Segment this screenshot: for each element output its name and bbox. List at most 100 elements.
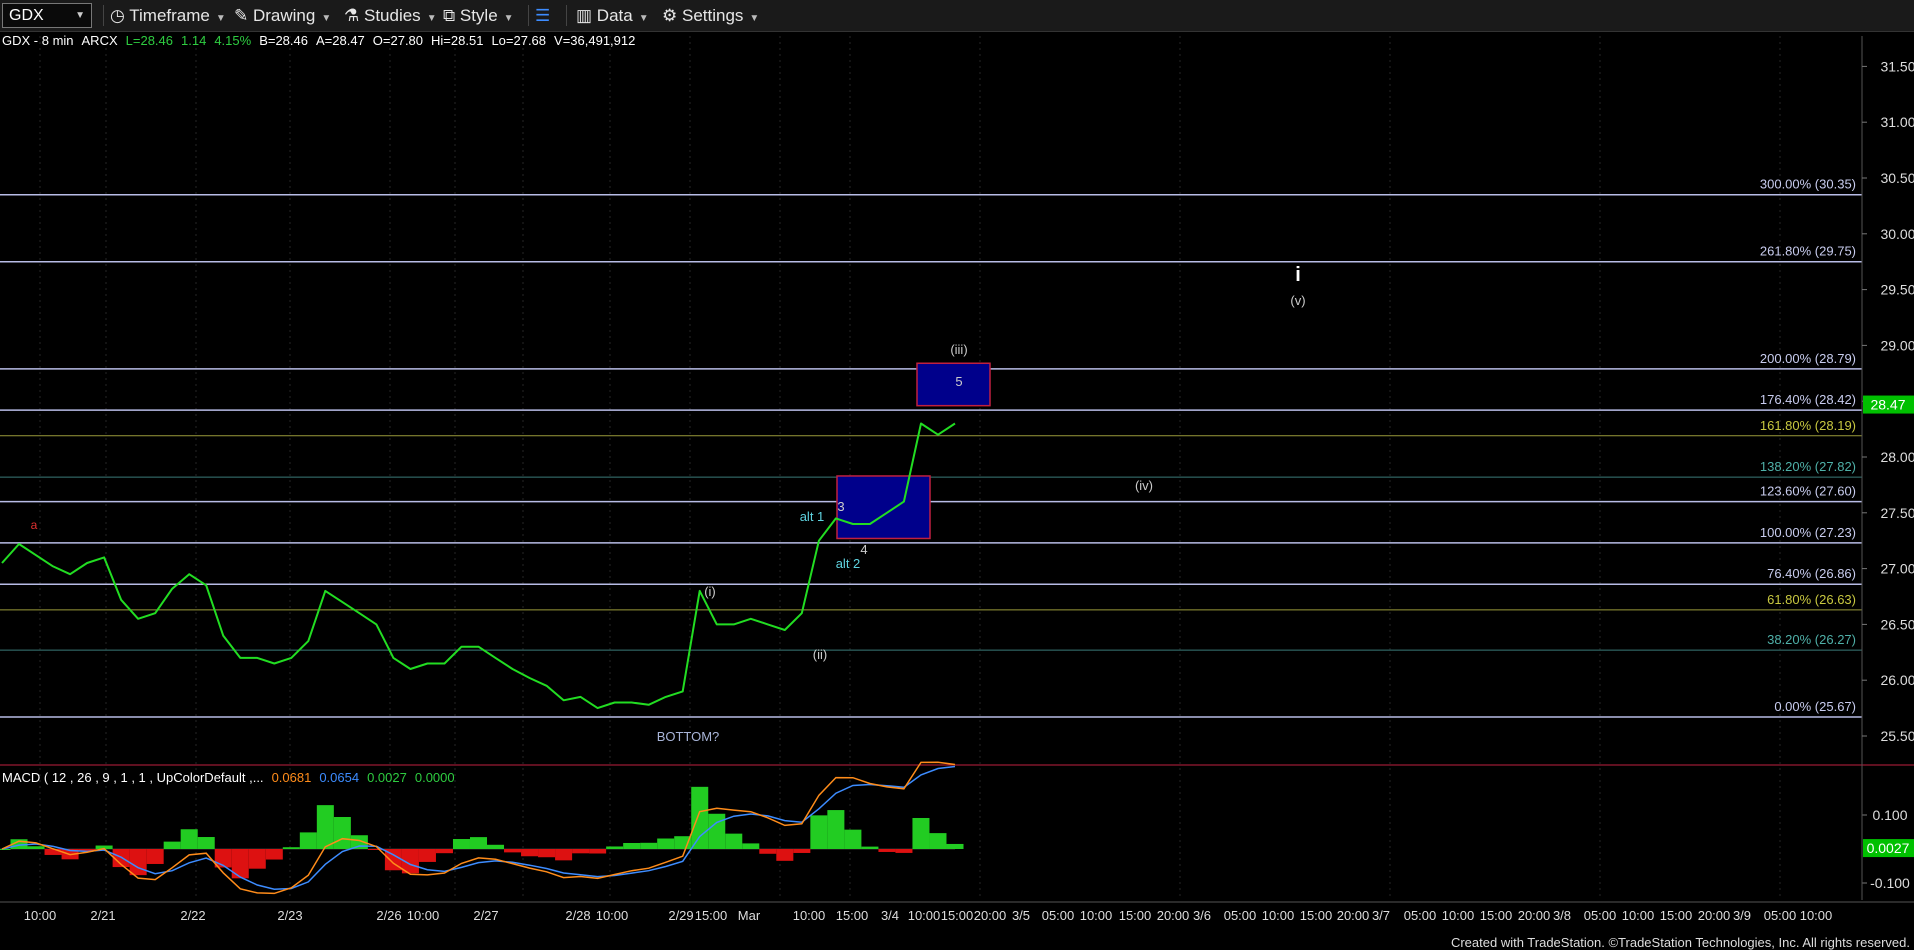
price-tick-label: 26.50 [1880,616,1914,632]
macd-histogram-bar [452,839,470,849]
chevron-down-icon: ▼ [426,13,437,24]
fib-label: 200.00% (28.79) [1760,351,1856,366]
fib-label: 100.00% (27.23) [1760,525,1856,540]
macd-histogram-bar [418,849,436,862]
price-tick-label: 26.00 [1880,672,1914,688]
price-tick-label: 30.00 [1880,226,1914,242]
chevron-down-icon: ▼ [503,13,514,24]
macd-histogram-bar [827,810,845,849]
macd-histogram-bar [538,849,556,858]
fib-label: 123.60% (27.60) [1760,484,1856,499]
data-button[interactable]: ▥ Data ▼ [576,0,649,31]
timeframe-button[interactable]: ◷ Timeframe ▼ [110,0,226,31]
settings-label: Settings [681,6,744,25]
layout-icon: ☰ [535,6,551,25]
chevron-down-icon: ▼ [321,13,332,24]
time-tick-label: 2/28 [565,908,590,923]
studies-label: Studies [363,6,421,25]
macd-histogram-bar [929,833,947,849]
timeframe-label: Timeframe [129,6,210,25]
macd-histogram-bar [248,849,266,869]
macd-histogram-bar [759,849,777,854]
macd-histogram-bar [725,833,743,849]
chevron-down-icon: ▼ [638,13,649,24]
time-tick-label: 2/29 [668,908,693,923]
macd-histogram-bar [469,837,488,849]
macd-histogram-bar [0,849,11,850]
macd-value: 0.0681 [271,770,312,785]
time-tick-label: 20:00 [974,908,1007,923]
macd-histogram-bar [265,849,283,860]
target-box [836,475,931,540]
wave-label: 3 [837,499,844,514]
macd-histogram-bar [708,813,726,849]
macd-histogram-bar [129,849,147,876]
macd-histogram-bar [640,842,658,849]
macd-histogram-bar [504,849,522,853]
macd-histogram-bar [793,849,811,853]
wave-label: (ii) [813,647,827,662]
macd-histogram-bar [435,849,453,854]
macd-histogram-bar [912,817,930,849]
settings-button[interactable]: ⚙ Settings ▼ [662,0,759,31]
drawing-button[interactable]: ✎ Drawing ▼ [234,0,331,31]
time-tick-label: 10:00 [1262,908,1295,923]
studies-button[interactable]: ⚗ Studies ▼ [344,0,437,31]
macd-histogram-bar [810,815,828,849]
macd-histogram-bar [299,832,317,849]
price-tick-label: 31.00 [1880,114,1914,130]
price-tick-label: 28.00 [1880,449,1914,465]
time-tick-label: 3/8 [1553,908,1571,923]
style-button[interactable]: ⧉ Style ▼ [443,0,514,31]
time-tick-label: 15:00 [1119,908,1152,923]
time-tick-label: 10:00 [908,908,941,923]
fib-label: 76.40% (26.86) [1767,566,1856,581]
chevron-down-icon: ▼ [75,10,85,21]
time-tick-label: 05:00 [1584,908,1617,923]
time-tick-label: 3/4 [881,908,899,923]
chart-header: GDX - 8 min ARCX L=28.46 1.14 4.15% B=28.46 A=… [2,33,643,48]
layout-button[interactable]: ☰ [535,0,550,31]
time-tick-label: 05:00 [1764,908,1797,923]
price-series [1,422,956,710]
macd-histogram-bar [521,849,539,857]
macd-histogram-bar [691,786,709,849]
wave-label: (i) [704,584,716,599]
macd-histogram-bar [316,805,334,849]
macd-histogram-bar [878,849,896,852]
time-tick-label: 2/21 [90,908,115,923]
histogram-value: 0.0027 [367,770,407,785]
bid: B=28.46 [259,33,308,48]
price-chart[interactable]: 300.00% (30.35) 261.80% (29.75) 200.00% (2… [0,0,1914,950]
macd-histogram-bar [231,849,249,879]
price-tick-label: 28.50 [1880,393,1914,409]
time-tick-label: 15:00 [1660,908,1693,923]
wave-label: i [1295,264,1301,286]
macd-current-marker [1863,839,1914,858]
data-label: Data [596,6,633,25]
macd-histogram-bar [350,835,368,849]
toolbar: GDX ▼ ◷ Timeframe ▼ ✎ Drawing ▼ ⚗ Studies ▼… [0,0,1914,32]
wave-label: alt 2 [836,556,861,571]
macd-histogram-bar [776,849,794,861]
chart-title: GDX - 8 min [2,33,74,48]
time-tick-label: Mar [738,908,761,923]
macd-histogram-bar [384,849,402,871]
axes: 31.50 31.00 30.50 30.00 29.50 29.00 28.50 28.00… [0,36,1914,923]
chevron-down-icon: ▼ [749,13,760,24]
toolbar-divider [566,5,567,26]
symbol-selector[interactable]: GDX ▼ [2,3,92,28]
price-tick-label: 27.50 [1880,505,1914,521]
time-tick-label: 15:00 [941,908,974,923]
timeframe-icon: ◷ [110,6,125,25]
macd-tick-label: 0.100 [1872,807,1907,823]
fib-label: 0.00% (25.67) [1774,699,1856,714]
macd-label: MACD ( 12 , 26 , 9 , 1 , 1 , UpColorDefa… [2,770,264,785]
macd-tick-label: -0.100 [1870,875,1910,891]
pct-change: 4.15% [214,33,252,48]
data-icon: ▥ [576,6,593,25]
fib-label: 176.40% (28.42) [1760,392,1856,407]
footer-credit: Created with TradeStation. ©TradeStation… [1450,935,1910,950]
fib-label: 261.80% (29.75) [1760,244,1856,259]
macd-histogram-bar [895,849,913,853]
